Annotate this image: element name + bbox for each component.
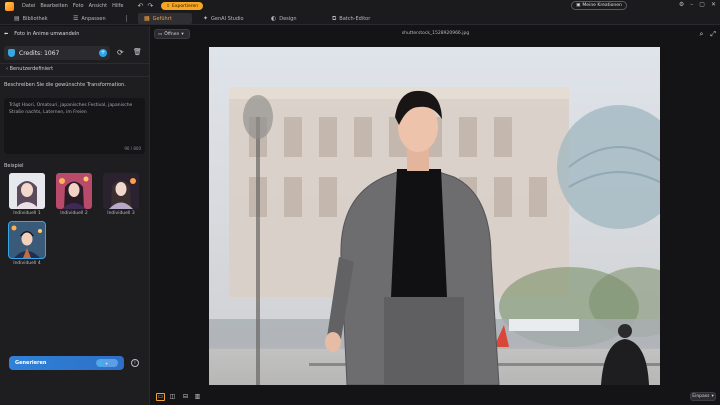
example-thumb-1[interactable] [9,173,45,209]
credits-text: Credits: 1067 [19,49,60,57]
tab-batch-editor[interactable]: ⧉ Batch-Editor [326,13,376,24]
info-icon[interactable]: i [131,359,139,367]
panel-header: ⬅ Foto in Anime umwandeln [4,31,79,37]
canvas-toolbar: shutterstock_1528920966.jpg ▭ Öffnen ▾ ⌕… [151,26,720,43]
example-label-1: Individuell 1 [13,211,41,216]
creations-icon: ▣ [576,3,581,8]
refresh-icon[interactable]: ⟳ [117,48,124,57]
example-thumb-2[interactable] [56,173,92,209]
divider [0,63,150,64]
back-arrow-icon[interactable]: ⬅ [4,31,8,37]
tab-genai-studio[interactable]: ✦ GenAI Studio [197,13,250,24]
prompt-text: Trägt Haori, Omatsuri, japanisches Festi… [9,103,133,115]
custom-back-link[interactable]: ‹ Benutzerdefiniert [6,66,53,72]
app-window: Datei Bearbeiten Foto Ansicht Hilfe ↶ ↷ … [0,0,720,405]
maximize-icon[interactable]: ▢ [699,1,705,8]
fit-zoom-select[interactable]: Einpass ▾ [690,392,716,401]
credits-display: Credits: 1067 + [4,46,110,60]
open-button[interactable]: ▭ Öffnen ▾ [154,29,190,39]
example-image-3 [103,173,139,209]
panel-title: Foto in Anime umwandeln [14,31,80,37]
chevron-down-icon: ▾ [711,394,714,399]
folder-icon: ▭ [158,31,163,37]
tab-separator [126,15,127,22]
menu-view[interactable]: Ansicht [89,3,107,9]
batch-icon: ⧉ [332,14,337,22]
example-image-2 [56,173,92,209]
example-label: Beispiel [4,163,24,169]
menu-help[interactable]: Hilfe [112,3,123,9]
credits-shield-icon [8,49,15,57]
close-icon[interactable]: ✕ [711,1,716,8]
char-counter: 90 / 800 [124,146,141,151]
expand-icon[interactable]: ⤢ [710,30,716,39]
describe-label: Beschreiben Sie die gewünschte Transform… [4,82,126,88]
minimize-icon[interactable]: – [690,1,693,8]
sparkle-icon: ✦ [203,15,209,22]
redo-icon[interactable]: ↷ [147,2,153,10]
app-logo-icon [5,1,14,11]
generate-cost-chip: + [96,359,118,367]
plus-icon: + [105,360,109,366]
undo-icon[interactable]: ↶ [137,2,143,10]
compare-view-icon[interactable]: ◫ [168,393,177,401]
credit-coin-icon [98,360,103,366]
trash-icon[interactable]: 🗑 [133,48,142,56]
divider [0,76,150,77]
chevron-down-icon: ▾ [181,31,184,37]
photo-canvas[interactable] [209,47,660,385]
add-credits-button[interactable]: + [99,49,107,57]
menu-bar: Datei Bearbeiten Foto Ansicht Hilfe [22,3,123,9]
example-label-3: Individuell 3 [107,211,135,216]
export-button[interactable]: ⇪ Exportieren [161,2,204,10]
settings-icon[interactable]: ⚙ [679,1,684,8]
guided-icon: ▦ [144,15,150,22]
example-label-2: Individuell 2 [60,211,88,216]
export-icon: ⇪ [166,3,170,9]
generate-button[interactable]: Generieren + [9,356,124,370]
file-name: shutterstock_1528920966.jpg [401,31,470,36]
example-label-4: Individuell 4 [13,261,41,266]
library-icon: ▤ [14,15,20,22]
palette-icon: ◐ [271,15,277,22]
chevron-left-icon: ‹ [6,66,8,72]
tab-library[interactable]: ▤ Bibliothek [8,13,54,24]
my-creations-button[interactable]: ▣ Meine Kreationen [571,1,627,10]
example-thumb-3[interactable] [103,173,139,209]
menu-file[interactable]: Datei [22,3,35,9]
title-bar: Datei Bearbeiten Foto Ansicht Hilfe ↶ ↷ … [0,0,720,12]
example-thumb-4[interactable] [8,221,46,259]
tab-design[interactable]: ◐ Design [265,13,303,24]
module-tabs: ▤ Bibliothek ☰ Anpassen ▦ Geführt ✦ GenA… [0,12,720,25]
single-view-icon[interactable]: ▭ [156,393,165,401]
menu-edit[interactable]: Bearbeiten [40,3,67,9]
example-image-4 [9,222,45,258]
tab-guided[interactable]: ▦ Geführt [138,13,192,24]
grid-view-icon[interactable]: ▥ [193,393,202,401]
search-icon[interactable]: ⌕ [699,30,703,39]
view-controls: ▭ ◫ ⊟ ▥ Einpass ▾ [151,389,720,405]
split-view-icon[interactable]: ⊟ [181,393,190,401]
example-image-1 [9,173,45,209]
tab-adjust[interactable]: ☰ Anpassen [67,13,112,24]
sliders-icon: ☰ [73,15,79,22]
guided-panel: ⬅ Foto in Anime umwandeln Credits: 1067 … [0,26,150,405]
prompt-textarea[interactable]: Trägt Haori, Omatsuri, japanisches Festi… [4,98,145,154]
portrait-photo [209,47,660,385]
menu-photo[interactable]: Foto [73,3,84,9]
